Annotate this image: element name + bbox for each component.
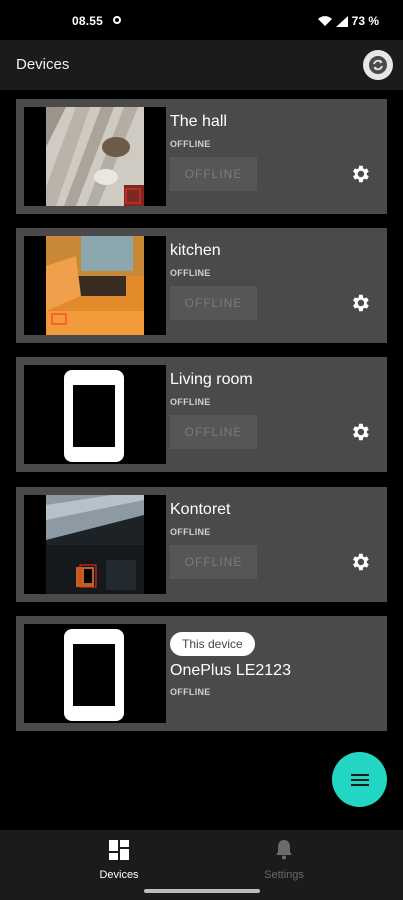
nav-tab-settings[interactable]: Settings [234, 840, 334, 881]
device-card-the-hall[interactable]: The hall OFFLINE OFFLINE [16, 99, 387, 214]
notification-icon [113, 16, 121, 24]
menu-icon [350, 773, 369, 786]
gear-icon[interactable] [349, 551, 371, 573]
device-thumbnail [24, 624, 166, 723]
battery-text: 73 % [351, 14, 379, 28]
device-name: Kontoret [170, 501, 231, 518]
grid-icon [109, 840, 129, 860]
device-thumbnail [24, 495, 166, 594]
status-bar: 08.55 73 % [0, 0, 403, 40]
status-icons: 73 % [317, 14, 379, 28]
device-card-kitchen[interactable]: kitchen OFFLINE OFFLINE [16, 228, 387, 343]
device-offline-button[interactable]: OFFLINE [170, 545, 257, 579]
device-status: OFFLINE [170, 527, 211, 537]
gear-icon[interactable] [349, 421, 371, 443]
wifi-icon [317, 15, 332, 26]
device-status: OFFLINE [170, 397, 211, 407]
app-bar: Devices [0, 40, 403, 90]
nav-tab-devices[interactable]: Devices [69, 840, 169, 881]
device-status: OFFLINE [170, 687, 211, 697]
nav-label-settings: Settings [264, 869, 304, 881]
bell-icon [276, 840, 292, 860]
camera-snapshot [46, 236, 144, 335]
nav-label-devices: Devices [99, 869, 139, 881]
camera-snapshot [46, 107, 144, 206]
device-offline-button[interactable]: OFFLINE [170, 286, 257, 320]
status-time: 08.55 [72, 14, 104, 28]
device-name: kitchen [170, 242, 221, 259]
device-thumbnail [24, 236, 166, 335]
device-name: Living room [170, 371, 253, 388]
device-thumbnail [24, 107, 166, 206]
gear-icon[interactable] [349, 292, 371, 314]
device-status: OFFLINE [170, 268, 211, 278]
device-card-kontoret[interactable]: Kontoret OFFLINE OFFLINE [16, 487, 387, 602]
phone-placeholder-icon [64, 370, 124, 462]
device-name: The hall [170, 113, 227, 130]
gear-icon[interactable] [349, 163, 371, 185]
signal-icon [335, 15, 348, 27]
refresh-icon [369, 56, 387, 74]
device-card-this-device[interactable]: This device OnePlus LE2123 OFFLINE [16, 616, 387, 731]
page-title: Devices [16, 56, 70, 73]
phone-placeholder-icon [64, 629, 124, 721]
device-thumbnail [24, 365, 166, 464]
device-offline-button[interactable]: OFFLINE [170, 157, 257, 191]
device-status: OFFLINE [170, 139, 211, 149]
refresh-button[interactable] [363, 50, 393, 80]
device-offline-button[interactable]: OFFLINE [170, 415, 257, 449]
device-card-living-room[interactable]: Living room OFFLINE OFFLINE [16, 357, 387, 472]
device-name: OnePlus LE2123 [170, 662, 291, 679]
home-indicator[interactable] [144, 889, 260, 893]
menu-fab-button[interactable] [332, 752, 387, 807]
camera-snapshot [46, 495, 144, 594]
this-device-badge: This device [170, 632, 255, 656]
